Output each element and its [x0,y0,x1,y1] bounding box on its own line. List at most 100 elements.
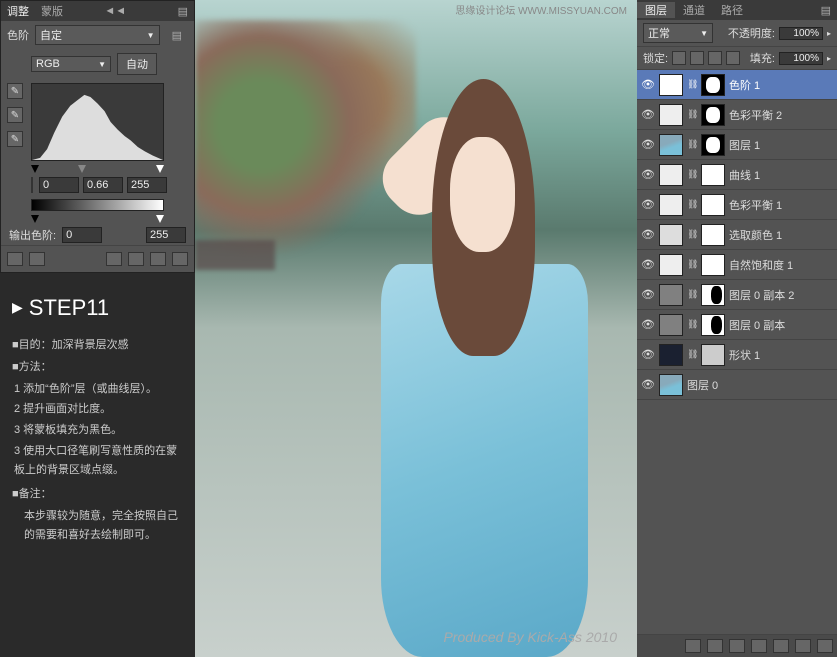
visibility-eye-icon[interactable]: 👁 [641,198,655,212]
delete-icon[interactable] [172,252,188,266]
trash-icon[interactable] [817,639,833,653]
preset-dropdown[interactable]: 自定 ▼ [35,25,160,45]
tab-paths[interactable]: 路径 [713,2,751,18]
lock-pixels-icon[interactable] [690,51,704,65]
lock-position-icon[interactable] [708,51,722,65]
visibility-icon[interactable] [128,252,144,266]
visibility-eye-icon[interactable]: 👁 [641,288,655,302]
channel-dropdown[interactable]: RGB ▼ [31,56,111,72]
layer-name[interactable]: 曲线 1 [729,167,833,183]
tab-adjustments[interactable]: 调整 [7,3,29,19]
layer-thumb[interactable] [659,194,683,216]
lock-transparent-icon[interactable] [672,51,686,65]
visibility-eye-icon[interactable]: 👁 [641,168,655,182]
link-layers-icon[interactable] [685,639,701,653]
input-gamma-field[interactable] [83,177,123,193]
layer-row[interactable]: 👁⛓曲线 1 [637,160,837,190]
tab-layers[interactable]: 图层 [637,2,675,18]
output-slider[interactable] [31,215,164,223]
layer-mask-thumb[interactable] [701,74,725,96]
tab-masks[interactable]: 蒙版 [41,3,63,19]
layer-row[interactable]: 👁 ⛓ 自然饱和度 1 [637,250,837,280]
layer-mask-thumb[interactable] [701,134,725,156]
preset-menu-icon[interactable]: ▤ [166,29,188,42]
layer-mask-thumb[interactable] [701,254,725,276]
fx-icon[interactable] [707,639,723,653]
fill-arrow-icon[interactable]: ▸ [827,54,831,63]
link-icon[interactable]: ⛓ [687,79,697,90]
panel-menu-icon[interactable]: ▤ [172,5,194,18]
expand-icon[interactable] [29,252,45,266]
lock-all-icon[interactable] [726,51,740,65]
output-white-handle[interactable] [156,215,164,223]
layer-thumb[interactable] [659,344,683,366]
layer-row[interactable]: 👁 ⛓ 色彩平衡 2 [637,100,837,130]
layer-name[interactable]: 形状 1 [729,347,833,363]
layer-row[interactable]: 👁 ⛓ 色彩平衡 1 [637,190,837,220]
histogram[interactable] [31,83,164,161]
clip-layer-icon[interactable] [106,252,122,266]
layer-mask-thumb[interactable] [701,194,725,216]
visibility-eye-icon[interactable]: 👁 [641,228,655,242]
layer-row[interactable]: 👁 ⛓ 图层 1 [637,130,837,160]
blend-mode-dropdown[interactable]: 正常 ▼ [643,23,713,43]
layer-row[interactable]: 👁 ⛓ 形状 1 [637,340,837,370]
layer-row[interactable]: 👁⛓图层 0 副本 [637,310,837,340]
clip-icon[interactable] [31,177,33,193]
layer-name[interactable]: 色彩平衡 2 [729,107,833,123]
opacity-field[interactable]: 100% [779,27,823,40]
fill-field[interactable]: 100% [779,52,823,65]
layer-name[interactable]: 图层 1 [729,137,833,153]
layer-row[interactable]: 👁⛓色阶 1 [637,70,837,100]
link-icon[interactable]: ⛓ [687,199,697,210]
layer-mask-thumb[interactable] [701,344,725,366]
eyedropper-black-icon[interactable]: ✎ [7,83,23,99]
layer-name[interactable]: 色阶 1 [729,77,833,93]
layer-name[interactable]: 选取颜色 1 [729,227,833,243]
layer-name[interactable]: 图层 0 副本 2 [729,287,833,303]
eyedropper-gray-icon[interactable]: ✎ [7,107,23,123]
input-slider[interactable] [31,165,164,173]
layers-menu-icon[interactable]: ▤ [815,4,837,17]
layer-thumb[interactable] [659,74,683,96]
mask-icon[interactable] [729,639,745,653]
link-icon[interactable]: ⛓ [687,229,697,240]
visibility-eye-icon[interactable]: 👁 [641,138,655,152]
layer-thumb[interactable] [659,164,683,186]
panel-close-icon[interactable]: ◄◄ [104,5,126,17]
visibility-eye-icon[interactable]: 👁 [641,108,655,122]
return-icon[interactable] [7,252,23,266]
layer-thumb[interactable] [659,254,683,276]
layer-thumb[interactable] [659,104,683,126]
opacity-arrow-icon[interactable]: ▸ [827,29,831,38]
visibility-eye-icon[interactable]: 👁 [641,258,655,272]
visibility-eye-icon[interactable]: 👁 [641,378,655,392]
input-white-field[interactable] [127,177,167,193]
link-icon[interactable]: ⛓ [687,259,697,270]
visibility-eye-icon[interactable]: 👁 [641,348,655,362]
adjustment-layer-icon[interactable] [751,639,767,653]
layer-name[interactable]: 图层 0 副本 [729,317,833,333]
photo-canvas[interactable]: Produced By Kick-Ass 2010 [195,0,637,657]
link-icon[interactable]: ⛓ [687,349,697,360]
layer-thumb[interactable] [659,224,683,246]
auto-button[interactable]: 自动 [117,53,157,75]
link-icon[interactable]: ⛓ [687,109,697,120]
output-white-field[interactable] [146,227,186,243]
layer-mask-thumb[interactable] [701,164,725,186]
output-black-field[interactable] [62,227,102,243]
tab-channels[interactable]: 通道 [675,2,713,18]
white-point-handle[interactable] [156,165,164,173]
layer-name[interactable]: 图层 0 [687,377,833,393]
layer-row[interactable]: 👁 图层 0 [637,370,837,400]
output-gradient[interactable] [31,199,164,211]
link-icon[interactable]: ⛓ [687,289,697,300]
output-black-handle[interactable] [31,215,39,223]
layer-name[interactable]: 自然饱和度 1 [729,257,833,273]
link-icon[interactable]: ⛓ [687,139,697,150]
layer-name[interactable]: 色彩平衡 1 [729,197,833,213]
reset-icon[interactable] [150,252,166,266]
layer-thumb[interactable] [659,284,683,306]
layer-thumb[interactable] [659,314,683,336]
layer-mask-thumb[interactable] [701,314,725,336]
